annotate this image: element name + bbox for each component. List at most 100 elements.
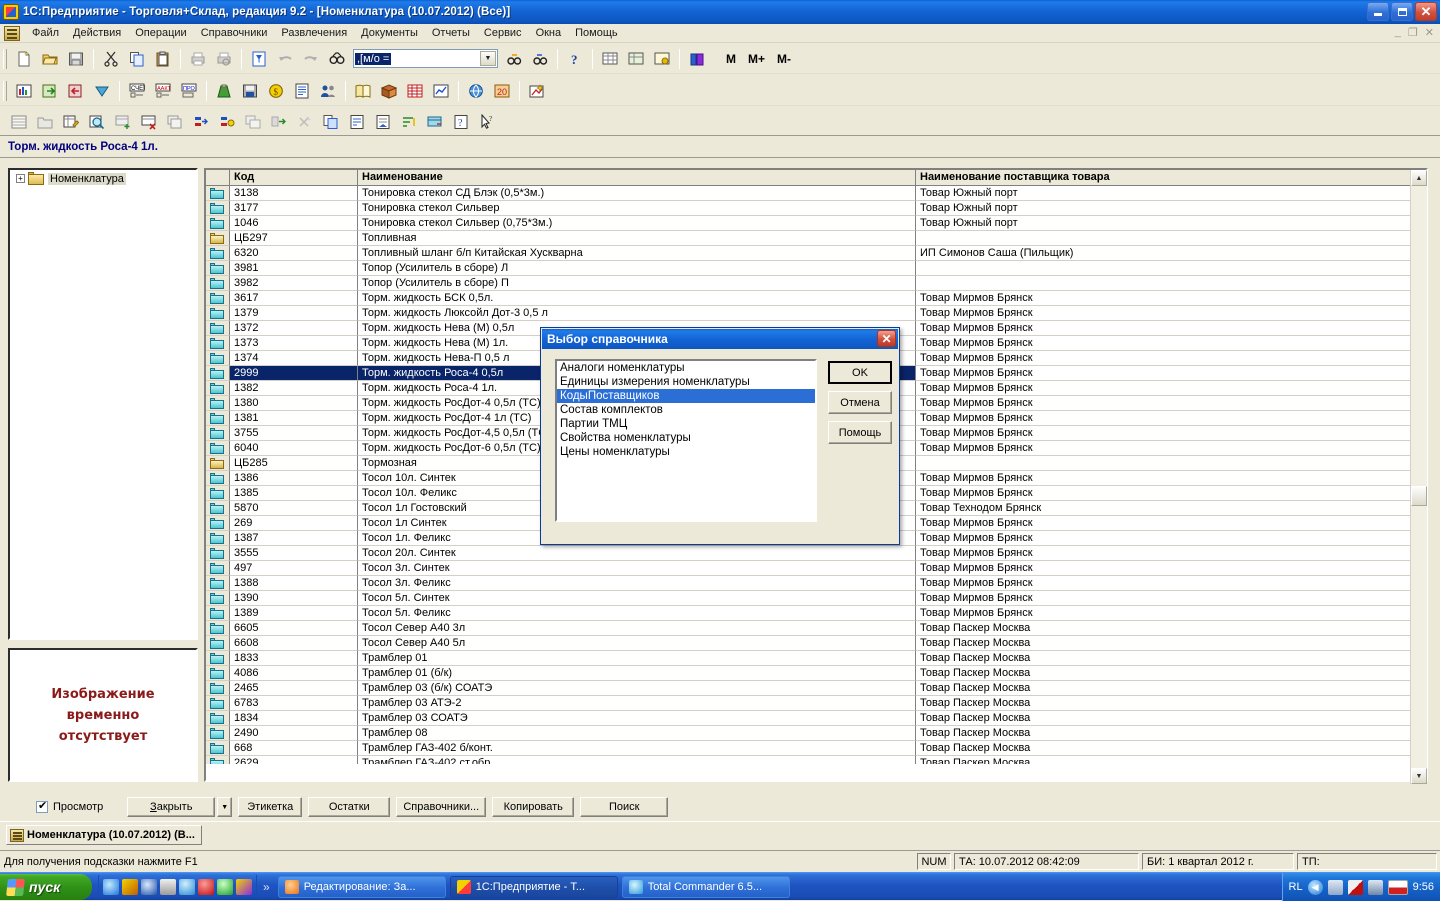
price-button[interactable]: ПРО xyxy=(177,79,201,102)
mdi-minimize-button[interactable]: _ xyxy=(1395,26,1401,39)
cell-code[interactable]: 1374 xyxy=(230,351,358,366)
sort-button[interactable] xyxy=(397,110,421,133)
invoice-button[interactable]: СЧЕТ xyxy=(125,79,149,102)
snow-icon[interactable] xyxy=(217,878,233,895)
edit-record-button[interactable] xyxy=(59,110,83,133)
scrollbar-thumb[interactable] xyxy=(1411,486,1427,506)
cell-code[interactable]: 1387 xyxy=(230,531,358,546)
cell-code[interactable]: 3981 xyxy=(230,261,358,276)
cell-supplier[interactable] xyxy=(916,231,1413,246)
cell-supplier[interactable]: Товар Паскер Москва xyxy=(916,651,1413,666)
cell-code[interactable]: 3177 xyxy=(230,201,358,216)
grid-vertical-scrollbar[interactable]: ▲ ▼ xyxy=(1410,170,1427,784)
minimize-button[interactable] xyxy=(1367,2,1389,21)
dialog-cancel-button[interactable]: Отмена xyxy=(828,391,892,414)
cell-code[interactable]: ЦБ285 xyxy=(230,456,358,471)
menu-item-documents[interactable]: Документы xyxy=(354,25,425,41)
help-button[interactable]: ? xyxy=(563,47,587,70)
folder-new-button[interactable] xyxy=(33,110,57,133)
cell-code[interactable]: 6608 xyxy=(230,636,358,651)
table-row[interactable]: 3555 Тосол 20л. Синтек Товар Мирмов Брянск xyxy=(206,546,1426,561)
wizard-button[interactable] xyxy=(525,79,549,102)
chevron-right-icon[interactable]: » xyxy=(257,880,276,894)
table-view-button[interactable] xyxy=(598,47,622,70)
money-bag-button[interactable] xyxy=(212,79,236,102)
cell-supplier[interactable]: ИП Симонов Саша (Пильщик) xyxy=(916,246,1413,261)
table-row[interactable]: 6605 Тосол Север А40 3л Товар Паскер Москв… xyxy=(206,621,1426,636)
cell-code[interactable]: 3555 xyxy=(230,546,358,561)
dialog-close-button[interactable]: ✕ xyxy=(877,330,896,347)
coin-button[interactable]: $ xyxy=(264,79,288,102)
dialog-ok-button[interactable]: OK xyxy=(828,361,892,384)
stock-button[interactable]: Остатки xyxy=(308,797,391,817)
export-button[interactable] xyxy=(64,79,88,102)
menu-item-help[interactable]: Помощь xyxy=(568,25,625,41)
mdi-restore-button[interactable]: ❐ xyxy=(1408,26,1418,39)
network-sound-icon[interactable] xyxy=(1327,879,1343,895)
cell-code[interactable]: 1390 xyxy=(230,591,358,606)
arrow-down-button[interactable] xyxy=(90,79,114,102)
cell-name[interactable]: Тосол 5л. Синтек xyxy=(358,591,916,606)
table-row[interactable]: 2490 Трамблер 08 Товар Паскер Москва xyxy=(206,726,1426,741)
cell-code[interactable]: 1382 xyxy=(230,381,358,396)
cell-name[interactable]: Тосол 5л. Феликс xyxy=(358,606,916,621)
redo-button[interactable] xyxy=(299,47,323,70)
memory-label-mminus[interactable]: M- xyxy=(771,52,797,66)
globe-button[interactable] xyxy=(464,79,488,102)
table-row[interactable]: 6783 Трамблер 03 АТЭ-2 Товар Паскер Москва xyxy=(206,696,1426,711)
cell-code[interactable]: 1046 xyxy=(230,216,358,231)
cell-name[interactable]: Тосол 20л. Синтек xyxy=(358,546,916,561)
copy-row-button[interactable] xyxy=(163,110,187,133)
print-button[interactable] xyxy=(186,47,210,70)
catalogs-button[interactable]: Справочники... xyxy=(396,797,487,817)
save-button[interactable] xyxy=(64,47,88,70)
cell-supplier[interactable]: Товар Мирмов Брянск xyxy=(916,516,1413,531)
cell-supplier[interactable]: Товар Мирмов Брянск xyxy=(916,576,1413,591)
tree-item-root[interactable]: + Номенклатура xyxy=(10,170,196,185)
cell-name[interactable]: Тонировка стекол СД Блэк (0,5*3м.) xyxy=(358,186,916,201)
filter-button[interactable] xyxy=(247,47,271,70)
cell-supplier[interactable]: Товар Мирмов Брянск xyxy=(916,366,1413,381)
table-row[interactable]: 3982 Топор (Усилитель в сборе) П xyxy=(206,276,1426,291)
cell-supplier[interactable] xyxy=(916,276,1413,291)
cell-code[interactable]: 2490 xyxy=(230,726,358,741)
media-icon[interactable] xyxy=(141,878,157,895)
list-item[interactable]: Состав комплектов xyxy=(557,403,815,417)
act-button[interactable]: ААКТ xyxy=(151,79,175,102)
cell-supplier[interactable]: Товар Мирмов Брянск xyxy=(916,396,1413,411)
table-row[interactable]: 3617 Торм. жидкость БСК 0,5л. Товар Мирмов… xyxy=(206,291,1426,306)
menu-item-catalogs[interactable]: Справочники xyxy=(194,25,275,41)
table-row[interactable]: 1379 Торм. жидкость Люксойл Дот-3 0,5 л То… xyxy=(206,306,1426,321)
cell-code[interactable]: 1380 xyxy=(230,396,358,411)
hierarchy-button[interactable] xyxy=(241,110,265,133)
cell-supplier[interactable]: Товар Мирмов Брянск xyxy=(916,591,1413,606)
cell-code[interactable]: 1834 xyxy=(230,711,358,726)
cell-name[interactable]: Тосол 3л. Синтек xyxy=(358,561,916,576)
cell-code[interactable]: 1373 xyxy=(230,336,358,351)
preview-checkbox-wrapper[interactable]: Просмотр xyxy=(36,799,103,813)
cell-supplier[interactable]: Товар Паскер Москва xyxy=(916,666,1413,681)
cell-name[interactable]: Трамблер 01 xyxy=(358,651,916,666)
table-row[interactable]: 3981 Топор (Усилитель в сборе) Л xyxy=(206,261,1426,276)
list-item[interactable]: КодыПоставщиков xyxy=(557,389,815,403)
mark-delete-button[interactable] xyxy=(293,110,317,133)
delete-row-button[interactable] xyxy=(137,110,161,133)
cut-button[interactable] xyxy=(99,47,123,70)
list-item[interactable]: Единицы измерения номенклатуры xyxy=(557,375,815,389)
flag-icon[interactable] xyxy=(1387,879,1408,895)
cell-supplier[interactable]: Товар Паскер Москва xyxy=(916,741,1413,756)
cell-code[interactable]: 1833 xyxy=(230,651,358,666)
grid-header-code[interactable]: Код xyxy=(230,170,358,185)
cell-name[interactable]: Торм. жидкость Люксойл Дот-3 0,5 л xyxy=(358,306,916,321)
table-row[interactable]: 3177 Тонировка стекол Сильвер Товар Южный … xyxy=(206,201,1426,216)
cell-supplier[interactable]: Товар Мирмов Брянск xyxy=(916,426,1413,441)
cell-name[interactable]: Трамблер 03 СОАТЭ xyxy=(358,711,916,726)
move-in-button[interactable] xyxy=(189,110,213,133)
globe-icon[interactable] xyxy=(103,878,119,895)
find-next-button[interactable] xyxy=(502,47,526,70)
cell-name[interactable]: Топор (Усилитель в сборе) Л xyxy=(358,261,916,276)
cell-code[interactable]: 668 xyxy=(230,741,358,756)
history-button[interactable] xyxy=(423,110,447,133)
document-list-button[interactable] xyxy=(290,79,314,102)
table-row[interactable]: 6608 Тосол Север А40 5л Товар Паскер Москв… xyxy=(206,636,1426,651)
